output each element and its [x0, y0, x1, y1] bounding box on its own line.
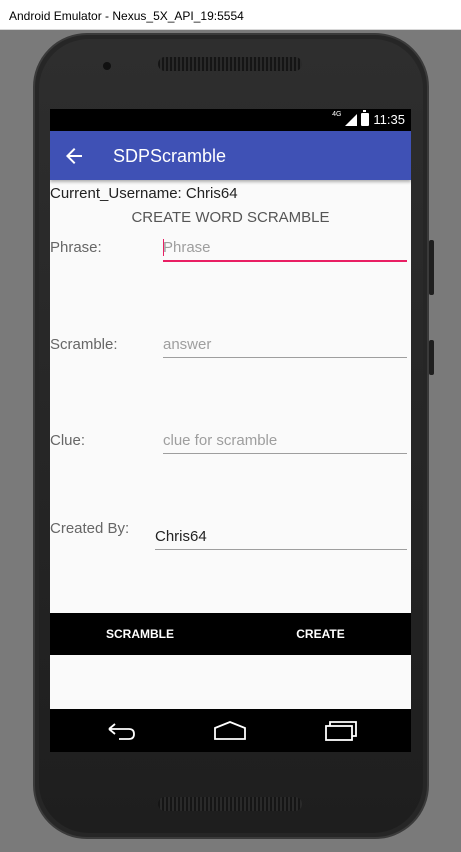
status-time: 11:35 [373, 112, 405, 127]
arrow-back-icon[interactable] [62, 144, 86, 168]
clue-input[interactable] [163, 432, 407, 454]
bottom-speaker-grille [158, 797, 302, 811]
camera-icon [103, 62, 111, 70]
app-bar: SDPScramble [50, 131, 411, 180]
network-type: 4G [332, 111, 342, 118]
scramble-label: Scramble: [50, 336, 118, 353]
created-by-label: Created By: [50, 520, 130, 537]
phrase-input[interactable] [163, 239, 407, 262]
form-heading: CREATE WORD SCRAMBLE [131, 209, 330, 226]
top-speaker-grille [158, 57, 302, 71]
app-title: SDPScramble [113, 146, 227, 166]
navigation-bar [50, 709, 411, 752]
signal-icon [345, 113, 358, 126]
scramble-button[interactable]: SCRAMBLE [50, 613, 230, 655]
created-by-input[interactable] [155, 528, 407, 550]
nav-recents-icon[interactable] [324, 720, 358, 742]
text-cursor [163, 239, 164, 256]
window-title: Android Emulator - Nexus_5X_API_19:5554 [9, 9, 244, 23]
device-screen: 4G 11:35 SDPScramble Current_Username: C… [50, 109, 411, 752]
create-button[interactable]: CREATE [230, 613, 411, 655]
power-button[interactable] [429, 340, 434, 375]
battery-icon [361, 110, 370, 126]
nav-back-icon[interactable] [103, 720, 137, 742]
current-username: Current_Username: Chris64 [50, 185, 238, 202]
scramble-input[interactable] [163, 336, 407, 358]
status-bar: 4G 11:35 [50, 109, 411, 131]
window-title-bar: Android Emulator - Nexus_5X_API_19:5554 [0, 0, 461, 30]
clue-label: Clue: [50, 432, 86, 449]
action-button-bar: SCRAMBLE CREATE [50, 613, 411, 655]
volume-button[interactable] [429, 240, 434, 295]
phrase-label: Phrase: [50, 239, 102, 256]
nav-home-icon[interactable] [213, 720, 247, 742]
